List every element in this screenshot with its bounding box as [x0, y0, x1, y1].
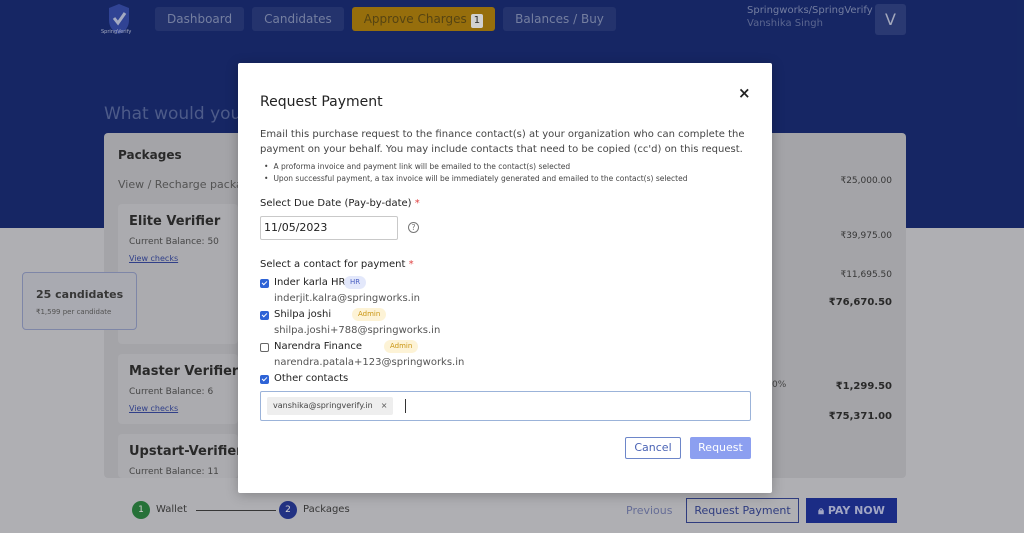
due-date-label-text: Select Due Date (Pay-by-date) — [260, 198, 412, 209]
request-payment-modal: Request Payment × Email this purchase re… — [238, 63, 772, 493]
other-contacts-label: Other contacts — [274, 373, 349, 384]
contact-email: shilpa.joshi+788@springworks.in — [274, 325, 441, 336]
contact-name: Inder karla HR — [274, 277, 346, 288]
role-tag: HR — [344, 276, 367, 289]
due-date-input[interactable]: 11/05/2023 — [260, 216, 398, 240]
email-chip[interactable]: vanshika@springverify.in × — [267, 397, 394, 415]
role-tag: Admin — [384, 340, 419, 353]
modal-description: Email this purchase request to the finan… — [260, 129, 745, 155]
contact-email: inderjit.kalra@springworks.in — [274, 293, 420, 304]
contact-name: Narendra Finance — [274, 341, 363, 352]
checkbox-checked[interactable] — [260, 311, 269, 320]
request-button[interactable]: Request — [690, 437, 751, 459]
text-cursor — [405, 399, 406, 413]
contact-email: narendra.patala+123@springworks.in — [274, 357, 465, 368]
info-bullet: A proforma invoice and payment link will… — [264, 161, 754, 173]
checkbox-checked[interactable] — [260, 279, 269, 288]
remove-chip-icon[interactable]: × — [381, 401, 388, 410]
other-emails-input[interactable]: vanshika@springverify.in × — [260, 391, 751, 421]
required-mark: * — [408, 259, 414, 270]
close-icon[interactable]: × — [738, 84, 751, 102]
checkbox-checked[interactable] — [260, 375, 269, 384]
contact-label: Select a contact for payment * — [260, 259, 414, 270]
required-mark: * — [414, 198, 420, 209]
help-icon[interactable]: ? — [408, 222, 419, 233]
contact-label-text: Select a contact for payment — [260, 259, 406, 270]
info-bullet: Upon successful payment, a tax invoice w… — [264, 173, 754, 185]
cancel-button[interactable]: Cancel — [625, 437, 681, 459]
role-tag: Admin — [352, 308, 387, 321]
contact-name: Shilpa joshi — [274, 309, 332, 320]
info-bullets: A proforma invoice and payment link will… — [264, 161, 754, 185]
email-chip-text: vanshika@springverify.in — [273, 401, 373, 410]
due-date-label: Select Due Date (Pay-by-date) * — [260, 198, 420, 209]
modal-title: Request Payment — [260, 94, 383, 110]
checkbox-unchecked[interactable] — [260, 343, 269, 352]
